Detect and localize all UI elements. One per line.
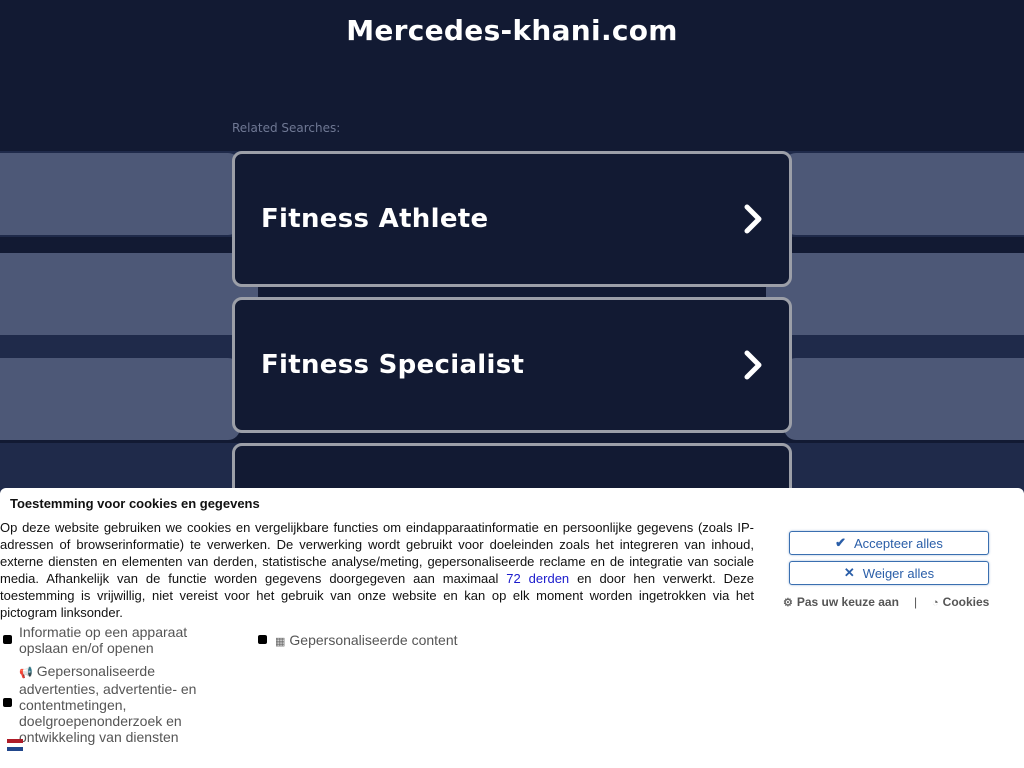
cookies-link[interactable]: ◔ Cookies bbox=[932, 595, 989, 609]
customize-choice-label: Pas uw keuze aan bbox=[796, 595, 899, 609]
close-icon: ✕ bbox=[843, 565, 855, 580]
site-title: Mercedes-khani.com bbox=[346, 14, 678, 47]
purpose-checkbox-ads[interactable] bbox=[3, 698, 12, 707]
side-decor-block bbox=[766, 253, 1024, 335]
related-search-label: Fitness Specialist bbox=[261, 350, 525, 380]
accept-all-button[interactable]: ✔ Accepteer alles bbox=[789, 531, 989, 555]
purpose-content-label: Gepersonaliseerde content bbox=[289, 632, 458, 648]
side-decor-block bbox=[0, 358, 240, 440]
purpose-device-label: Informatie op een apparaat opslaan en/of… bbox=[19, 624, 188, 656]
related-searches-label: Related Searches: bbox=[232, 121, 341, 135]
cookie-consent-panel: Toestemming voor cookies en gegevens Op … bbox=[0, 488, 1024, 768]
chevron-right-icon bbox=[744, 350, 762, 380]
consent-title: Toestemming voor cookies en gegevens bbox=[10, 496, 260, 511]
related-search-item[interactable]: Fitness Athlete bbox=[232, 151, 792, 287]
chevron-right-icon bbox=[744, 204, 762, 234]
grid-icon: ▦ bbox=[275, 636, 286, 648]
reject-all-label: Weiger alles bbox=[862, 565, 935, 581]
side-decor-block bbox=[784, 153, 1024, 235]
link-separator: | bbox=[914, 595, 918, 609]
reject-all-button[interactable]: ✕ Weiger alles bbox=[789, 561, 989, 585]
side-decor-block bbox=[0, 153, 240, 235]
purpose-ads-label: Gepersonaliseerde advertenties, adverten… bbox=[19, 663, 197, 745]
check-icon: ✔ bbox=[835, 535, 846, 550]
related-search-label: Fitness Athlete bbox=[261, 204, 489, 234]
gear-icon: ⚙ bbox=[783, 597, 793, 609]
accept-all-label: Accepteer alles bbox=[854, 535, 943, 551]
dutch-flag-icon[interactable] bbox=[7, 739, 23, 751]
purpose-checkbox-content[interactable] bbox=[258, 635, 267, 644]
side-decor-block bbox=[784, 358, 1024, 440]
third-parties-link[interactable]: 72 derden bbox=[506, 571, 569, 586]
purpose-content: ▦ Gepersonaliseerde content bbox=[275, 632, 458, 650]
consent-text: Op deze website gebruiken we cookies en … bbox=[0, 519, 754, 621]
side-decor-block bbox=[0, 253, 258, 335]
purpose-checkbox-device[interactable] bbox=[3, 635, 12, 644]
cookies-label: Cookies bbox=[942, 595, 990, 609]
megaphone-icon: 📢 bbox=[19, 667, 33, 679]
purpose-ads: 📢 Gepersonaliseerde advertenties, adverte… bbox=[19, 663, 219, 745]
customize-choice-link[interactable]: ⚙ Pas uw keuze aan bbox=[783, 595, 899, 609]
related-search-item[interactable]: Fitness Specialist bbox=[232, 297, 792, 433]
cookie-icon: ◔ bbox=[932, 597, 939, 609]
